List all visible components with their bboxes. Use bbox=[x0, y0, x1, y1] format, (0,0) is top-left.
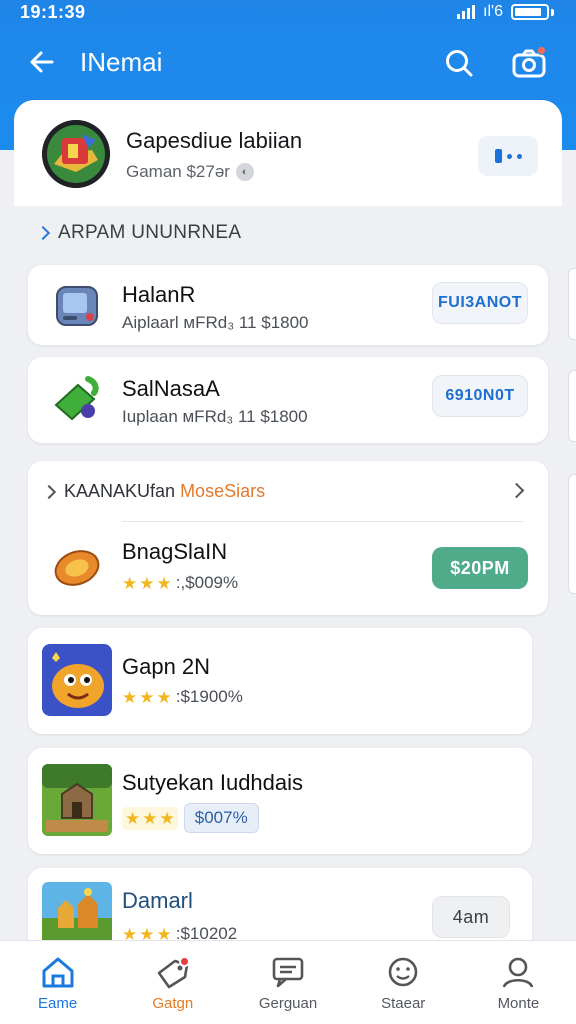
app-detail: Aiplaarl ᴍFRd₃ 11 $1800 bbox=[122, 313, 309, 332]
back-button[interactable] bbox=[22, 42, 62, 82]
notification-dot bbox=[537, 46, 546, 55]
app-detail: Iuplaan ᴍFRd₃ 11 $1800 bbox=[122, 407, 308, 426]
profile-card: Gapesdiue labiian Gaman $27ər ◐ bbox=[14, 100, 562, 206]
price-badge: $007% bbox=[183, 803, 259, 833]
avatar[interactable] bbox=[42, 120, 110, 188]
get-button[interactable]: 6910N0T bbox=[432, 375, 528, 417]
star-rating-icon: ★ ★ ★ bbox=[122, 687, 172, 707]
status-bar: 19:1:39 ıl'6 bbox=[0, 0, 576, 26]
carousel-peek bbox=[568, 370, 576, 442]
chat-icon bbox=[272, 957, 304, 988]
game-name: Sutyekan Iudhdais bbox=[122, 770, 304, 795]
temple-game-icon bbox=[42, 764, 112, 836]
network-label: ıl'6 bbox=[483, 3, 503, 20]
status-icons: ıl'6 bbox=[457, 3, 554, 21]
coin-icon: ◐ bbox=[235, 163, 254, 181]
bottom-navigation: Eame Gatgn Gerguan Staear Monte bbox=[0, 940, 576, 1024]
smiley-icon bbox=[388, 957, 418, 987]
game-name: Damarl bbox=[122, 888, 193, 913]
nav-home[interactable]: Eame bbox=[0, 941, 115, 1024]
status-time: 19:1:39 bbox=[20, 2, 86, 22]
profile-subtitle: Gaman $27ər ◐ bbox=[126, 162, 254, 182]
game-rating: ★ ★ ★ :$1900% bbox=[122, 687, 243, 707]
game-rating: ★ ★ ★ :,$009% bbox=[122, 573, 239, 593]
camera-button[interactable] bbox=[506, 40, 552, 86]
app-name: HalanR bbox=[122, 282, 196, 307]
bottle-icon bbox=[48, 371, 106, 429]
profile-name: Gapesdiue labiian bbox=[126, 128, 303, 153]
game-name: Gapn 2N bbox=[122, 654, 211, 679]
get-button[interactable]: FUI3ANOT bbox=[432, 282, 528, 324]
featured-section-card: KAANAKUfan MoseSiars BnagSlaIN ★ ★ ★ :,$00… bbox=[28, 461, 548, 615]
home-icon bbox=[42, 957, 74, 988]
app-card[interactable]: SalNasaA Iuplaan ᴍFRd₃ 11 $1800 6910N0T bbox=[28, 357, 548, 443]
section-highlight: MoseSiars bbox=[180, 481, 266, 501]
game-card[interactable]: Sutyekan Iudhdais ★ ★ ★ $007% bbox=[28, 748, 532, 854]
nav-stars[interactable]: Staear bbox=[346, 941, 461, 1024]
buy-button[interactable]: $20PM bbox=[432, 547, 528, 589]
game-card[interactable]: Gapn 2N ★ ★ ★ :$1900% bbox=[28, 628, 532, 734]
user-icon bbox=[503, 957, 534, 988]
game-rating: ★ ★ ★ $007% bbox=[122, 803, 259, 833]
signal-icon bbox=[457, 5, 476, 19]
battery-icon bbox=[511, 4, 549, 20]
arrow-left-icon bbox=[30, 51, 54, 73]
nav-games[interactable]: Gatgn bbox=[115, 941, 230, 1024]
nav-messages[interactable]: Gerguan bbox=[230, 941, 345, 1024]
time-button[interactable]: 4am bbox=[432, 896, 510, 938]
castle-game-icon bbox=[42, 882, 112, 944]
fish-game-icon bbox=[42, 644, 112, 716]
app-name: SalNasaA bbox=[122, 376, 220, 401]
carousel-peek bbox=[568, 474, 576, 594]
page-title: INemai bbox=[80, 47, 163, 77]
chevron-right-icon[interactable] bbox=[508, 482, 525, 499]
coin-game-icon bbox=[48, 537, 106, 595]
game-name: BnagSlaIN bbox=[122, 539, 228, 564]
chevron-right-icon bbox=[41, 484, 57, 499]
search-button[interactable] bbox=[438, 42, 480, 84]
section-header[interactable]: ARPAM UNUNRNEA bbox=[35, 222, 241, 244]
carousel-peek bbox=[568, 268, 576, 340]
nav-profile[interactable]: Monte bbox=[461, 941, 576, 1024]
section-header[interactable]: KAANAKUfan MoseSiars bbox=[41, 481, 266, 502]
more-options-button[interactable] bbox=[478, 136, 538, 176]
device-icon bbox=[48, 277, 106, 335]
search-icon bbox=[446, 50, 473, 77]
game-avatar-icon bbox=[42, 120, 110, 188]
chevron-right-icon bbox=[35, 225, 51, 241]
star-rating-icon: ★ ★ ★ bbox=[122, 806, 178, 830]
app-card[interactable]: HalanR Aiplaarl ᴍFRd₃ 11 $1800 FUI3ANOT bbox=[28, 265, 548, 345]
star-rating-icon: ★ ★ ★ bbox=[122, 573, 172, 593]
